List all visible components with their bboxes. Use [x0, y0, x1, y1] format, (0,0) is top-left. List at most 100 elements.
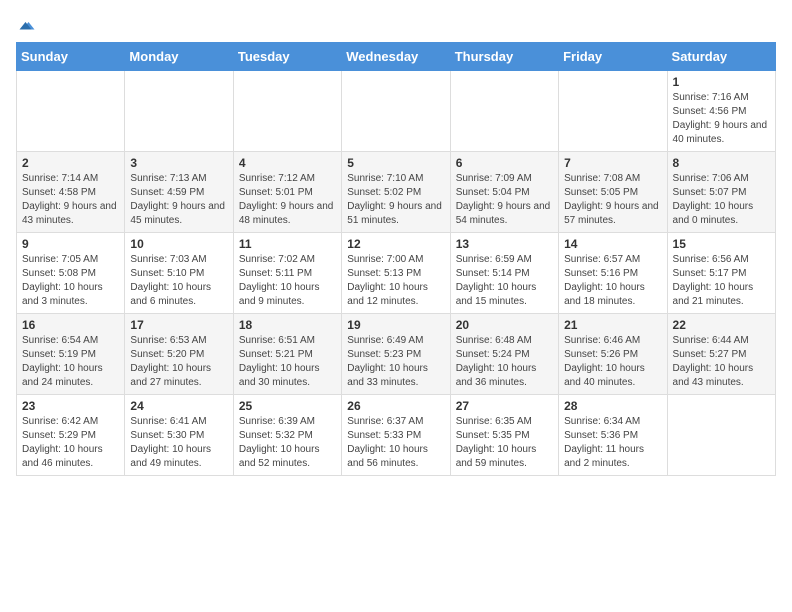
calendar-cell: 4Sunrise: 7:12 AM Sunset: 5:01 PM Daylig… — [233, 152, 341, 233]
calendar-cell — [667, 395, 775, 476]
calendar-week-row: 23 Sunrise: 6:42 AM Sunset: 5:29 PM Dayli… — [17, 395, 776, 476]
day-number: 17 — [130, 318, 227, 332]
day-info: Sunrise: 6:37 AM Sunset: 5:33 PM Dayligh… — [347, 415, 444, 471]
day-number: 26 — [347, 399, 444, 413]
day-info: Sunrise: 6:53 AM Sunset: 5:20 PM Dayligh… — [130, 334, 227, 390]
day-number: 4 — [239, 156, 336, 170]
calendar-cell: 16 Sunrise: 6:54 AM Sunset: 5:19 PM Dayli… — [17, 314, 125, 395]
day-number: 16 — [22, 318, 119, 332]
calendar-cell: 28 Sunrise: 6:34 AM Sunset: 5:36 PM Dayli… — [559, 395, 667, 476]
weekday-header-saturday: Saturday — [667, 43, 775, 71]
calendar-cell: 2 Sunrise: 7:14 AM Sunset: 4:58 PM Daylig… — [17, 152, 125, 233]
weekday-header-sunday: Sunday — [17, 43, 125, 71]
day-info: Sunrise: 6:48 AM Sunset: 5:24 PM Dayligh… — [456, 334, 553, 390]
day-number: 12 — [347, 237, 444, 251]
calendar-cell: 10 Sunrise: 7:03 AM Sunset: 5:10 PM Dayli… — [125, 233, 233, 314]
calendar-cell: 5 Sunrise: 7:10 AM Sunset: 5:02 PM Daylig… — [342, 152, 450, 233]
day-number: 3 — [130, 156, 227, 170]
calendar-cell: 17 Sunrise: 6:53 AM Sunset: 5:20 PM Dayli… — [125, 314, 233, 395]
day-info: Sunrise: 6:51 AM Sunset: 5:21 PM Dayligh… — [239, 334, 336, 390]
day-info: Sunrise: 6:42 AM Sunset: 5:29 PM Dayligh… — [22, 415, 119, 471]
day-info: Sunrise: 6:57 AM Sunset: 5:16 PM Dayligh… — [564, 253, 661, 309]
calendar-cell: 22 Sunrise: 6:44 AM Sunset: 5:27 PM Dayli… — [667, 314, 775, 395]
weekday-header-monday: Monday — [125, 43, 233, 71]
calendar-cell: 14 Sunrise: 6:57 AM Sunset: 5:16 PM Dayli… — [559, 233, 667, 314]
calendar-cell: 13 Sunrise: 6:59 AM Sunset: 5:14 PM Dayli… — [450, 233, 558, 314]
day-info: Sunrise: 7:09 AM Sunset: 5:04 PM Dayligh… — [456, 172, 553, 228]
weekday-header-friday: Friday — [559, 43, 667, 71]
day-number: 13 — [456, 237, 553, 251]
logo — [16, 16, 36, 34]
calendar-week-row: 2 Sunrise: 7:14 AM Sunset: 4:58 PM Daylig… — [17, 152, 776, 233]
day-info: Sunrise: 7:05 AM Sunset: 5:08 PM Dayligh… — [22, 253, 119, 309]
day-info: Sunrise: 7:00 AM Sunset: 5:13 PM Dayligh… — [347, 253, 444, 309]
calendar-cell: 9 Sunrise: 7:05 AM Sunset: 5:08 PM Daylig… — [17, 233, 125, 314]
calendar-cell: 23 Sunrise: 6:42 AM Sunset: 5:29 PM Dayli… — [17, 395, 125, 476]
day-number: 27 — [456, 399, 553, 413]
day-info: Sunrise: 6:41 AM Sunset: 5:30 PM Dayligh… — [130, 415, 227, 471]
day-info: Sunrise: 6:54 AM Sunset: 5:19 PM Dayligh… — [22, 334, 119, 390]
day-info: Sunrise: 6:59 AM Sunset: 5:14 PM Dayligh… — [456, 253, 553, 309]
day-number: 6 — [456, 156, 553, 170]
day-info: Sunrise: 6:56 AM Sunset: 5:17 PM Dayligh… — [673, 253, 770, 309]
weekday-header-wednesday: Wednesday — [342, 43, 450, 71]
weekday-header-thursday: Thursday — [450, 43, 558, 71]
calendar-cell — [233, 71, 341, 152]
calendar-cell: 15Sunrise: 6:56 AM Sunset: 5:17 PM Dayli… — [667, 233, 775, 314]
calendar-cell — [450, 71, 558, 152]
day-number: 19 — [347, 318, 444, 332]
day-number: 20 — [456, 318, 553, 332]
day-number: 28 — [564, 399, 661, 413]
day-info: Sunrise: 7:14 AM Sunset: 4:58 PM Dayligh… — [22, 172, 119, 228]
calendar-cell: 1 Sunrise: 7:16 AM Sunset: 4:56 PM Daylig… — [667, 71, 775, 152]
calendar-cell: 18 Sunrise: 6:51 AM Sunset: 5:21 PM Dayli… — [233, 314, 341, 395]
day-info: Sunrise: 6:49 AM Sunset: 5:23 PM Dayligh… — [347, 334, 444, 390]
calendar-cell: 6 Sunrise: 7:09 AM Sunset: 5:04 PM Daylig… — [450, 152, 558, 233]
day-number: 25 — [239, 399, 336, 413]
calendar-cell: 21 Sunrise: 6:46 AM Sunset: 5:26 PM Dayli… — [559, 314, 667, 395]
calendar-cell: 12 Sunrise: 7:00 AM Sunset: 5:13 PM Dayli… — [342, 233, 450, 314]
day-number: 9 — [22, 237, 119, 251]
calendar-week-row: 9 Sunrise: 7:05 AM Sunset: 5:08 PM Daylig… — [17, 233, 776, 314]
calendar-cell: 3 Sunrise: 7:13 AM Sunset: 4:59 PM Daylig… — [125, 152, 233, 233]
calendar-cell: 27Sunrise: 6:35 AM Sunset: 5:35 PM Dayli… — [450, 395, 558, 476]
calendar-table: SundayMondayTuesdayWednesdayThursdayFrid… — [16, 42, 776, 476]
day-number: 5 — [347, 156, 444, 170]
day-info: Sunrise: 6:44 AM Sunset: 5:27 PM Dayligh… — [673, 334, 770, 390]
day-number: 11 — [239, 237, 336, 251]
day-info: Sunrise: 7:10 AM Sunset: 5:02 PM Dayligh… — [347, 172, 444, 228]
day-number: 14 — [564, 237, 661, 251]
day-info: Sunrise: 7:03 AM Sunset: 5:10 PM Dayligh… — [130, 253, 227, 309]
calendar-cell — [125, 71, 233, 152]
calendar-cell: 19 Sunrise: 6:49 AM Sunset: 5:23 PM Dayli… — [342, 314, 450, 395]
calendar-cell — [342, 71, 450, 152]
calendar-cell — [17, 71, 125, 152]
day-number: 10 — [130, 237, 227, 251]
calendar-cell: 24Sunrise: 6:41 AM Sunset: 5:30 PM Dayli… — [125, 395, 233, 476]
calendar-cell: 8 Sunrise: 7:06 AM Sunset: 5:07 PM Daylig… — [667, 152, 775, 233]
day-info: Sunrise: 7:16 AM Sunset: 4:56 PM Dayligh… — [673, 91, 770, 147]
day-info: Sunrise: 6:46 AM Sunset: 5:26 PM Dayligh… — [564, 334, 661, 390]
day-info: Sunrise: 7:13 AM Sunset: 4:59 PM Dayligh… — [130, 172, 227, 228]
day-number: 8 — [673, 156, 770, 170]
day-number: 22 — [673, 318, 770, 332]
day-number: 21 — [564, 318, 661, 332]
day-number: 23 — [22, 399, 119, 413]
day-number: 7 — [564, 156, 661, 170]
day-info: Sunrise: 7:08 AM Sunset: 5:05 PM Dayligh… — [564, 172, 661, 228]
day-number: 18 — [239, 318, 336, 332]
calendar-cell: 7 Sunrise: 7:08 AM Sunset: 5:05 PM Daylig… — [559, 152, 667, 233]
page-header — [16, 16, 776, 34]
logo-icon — [18, 16, 36, 34]
calendar-cell: 11 Sunrise: 7:02 AM Sunset: 5:11 PM Dayli… — [233, 233, 341, 314]
weekday-header-row: SundayMondayTuesdayWednesdayThursdayFrid… — [17, 43, 776, 71]
day-number: 1 — [673, 75, 770, 89]
day-info: Sunrise: 6:39 AM Sunset: 5:32 PM Dayligh… — [239, 415, 336, 471]
calendar-cell: 20 Sunrise: 6:48 AM Sunset: 5:24 PM Dayli… — [450, 314, 558, 395]
day-info: Sunrise: 7:02 AM Sunset: 5:11 PM Dayligh… — [239, 253, 336, 309]
weekday-header-tuesday: Tuesday — [233, 43, 341, 71]
day-info: Sunrise: 7:06 AM Sunset: 5:07 PM Dayligh… — [673, 172, 770, 228]
day-number: 2 — [22, 156, 119, 170]
day-info: Sunrise: 6:34 AM Sunset: 5:36 PM Dayligh… — [564, 415, 661, 471]
calendar-cell: 25 Sunrise: 6:39 AM Sunset: 5:32 PM Dayli… — [233, 395, 341, 476]
